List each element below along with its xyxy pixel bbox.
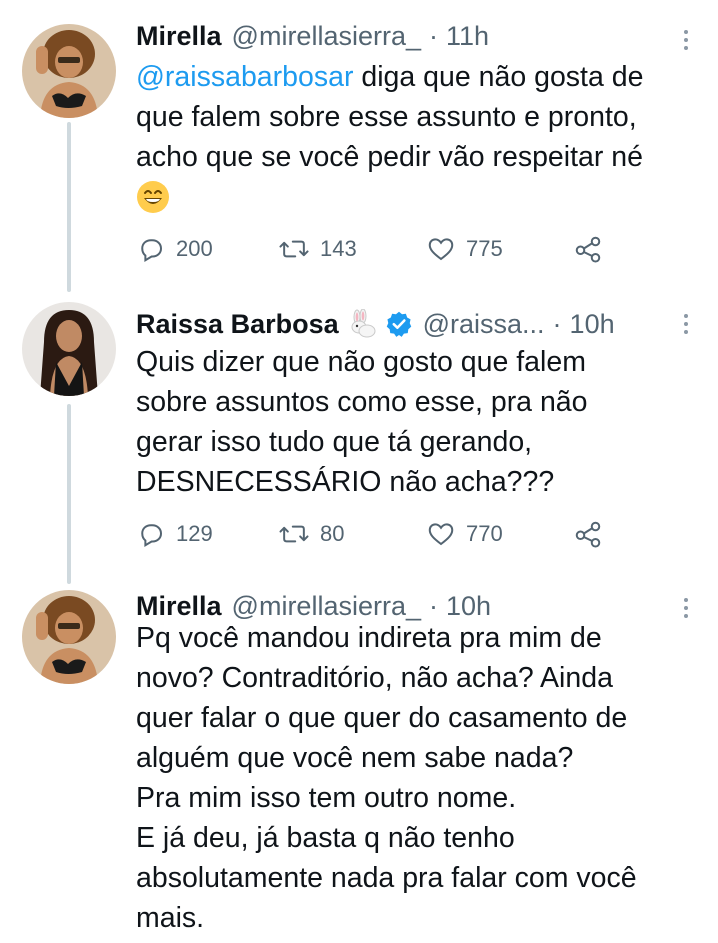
- separator-dot: ·: [429, 20, 438, 51]
- tweet-line: diga que não gosta de: [353, 61, 644, 93]
- separator-dot: ·: [552, 308, 562, 339]
- author-handle[interactable]: @mirellasierra_: [232, 591, 421, 622]
- reply-button[interactable]: 129: [136, 519, 213, 549]
- tweet[interactable]: Mirella @mirellasierra_ · 10h Pq você ma…: [0, 578, 718, 943]
- like-count: 770: [466, 521, 503, 546]
- reply-count: 129: [176, 521, 213, 546]
- reply-icon: [141, 239, 163, 263]
- reply-button[interactable]: 200: [136, 234, 213, 264]
- avatar[interactable]: [22, 302, 116, 396]
- tweet-line: acho que se você pedir vão respeitar né: [136, 141, 643, 173]
- tweet-line: que falem sobre esse assunto e pronto,: [136, 101, 637, 133]
- tweet-line: sobre assuntos como esse, pra não: [136, 386, 588, 418]
- tweet-line: mais.: [136, 902, 205, 934]
- reply-icon: [141, 524, 163, 548]
- like-count: 775: [466, 236, 503, 261]
- timestamp[interactable]: 10h: [570, 309, 615, 340]
- tweet-line: absolutamente nada pra falar com você: [136, 862, 637, 894]
- like-icon: [428, 523, 454, 546]
- author-handle[interactable]: @raissa...: [423, 309, 545, 340]
- mention-link[interactable]: @raissabarbosar: [136, 61, 353, 93]
- tweet-line: Pq você mandou indireta pra mim de: [136, 622, 602, 654]
- author-handle[interactable]: @mirellasierra_: [232, 21, 421, 52]
- avatar[interactable]: [22, 24, 116, 118]
- author-name[interactable]: Raissa Barbosa: [136, 309, 339, 340]
- author-name[interactable]: Mirella: [136, 591, 222, 622]
- rabbit-emoji-icon: [347, 309, 377, 339]
- timestamp[interactable]: 11h: [446, 21, 489, 52]
- like-button[interactable]: 770: [426, 519, 503, 549]
- retweet-icon: [279, 240, 309, 258]
- tweet-line: E já deu, já basta q não tenho: [136, 822, 515, 854]
- tweet-text: Pq você mandou indireta pra mim de novo?…: [136, 618, 700, 938]
- like-button[interactable]: 775: [426, 234, 503, 264]
- more-icon[interactable]: [678, 306, 694, 342]
- tweet-line: quer falar o que quer do casamento de: [136, 702, 628, 734]
- share-icon: [575, 236, 601, 263]
- tweet-line: gerar isso tudo que tá gerando,: [136, 426, 533, 458]
- retweet-count: 80: [320, 521, 345, 546]
- avatar[interactable]: [22, 590, 116, 684]
- timestamp[interactable]: 10h: [446, 591, 491, 622]
- grinning-face-emoji-icon: [136, 180, 170, 214]
- share-icon: [575, 521, 601, 548]
- share-button[interactable]: [572, 234, 604, 264]
- share-button[interactable]: [572, 519, 604, 549]
- like-icon: [428, 238, 454, 261]
- tweet[interactable]: Raissa Barbosa @raissa... · 10h Quis diz…: [0, 292, 718, 590]
- separator-dot: ·: [429, 590, 438, 621]
- retweet-icon: [279, 525, 309, 543]
- retweet-count: 143: [320, 236, 357, 261]
- retweet-button[interactable]: 143: [278, 234, 357, 264]
- retweet-button[interactable]: 80: [278, 519, 344, 549]
- tweet-line: Quis dizer que não gosto que falem: [136, 346, 586, 378]
- tweet-line: DESNECESSÁRIO não acha???: [136, 466, 555, 498]
- reply-count: 200: [176, 236, 213, 261]
- more-icon[interactable]: [678, 22, 694, 58]
- tweet-text: Quis dizer que não gosto que falem sobre…: [136, 342, 700, 502]
- tweet[interactable]: Mirella @mirellasierra_ · 11h @raissabar…: [0, 0, 718, 300]
- tweet-line: novo? Contraditório, não acha? Ainda: [136, 662, 613, 694]
- tweet-line: alguém que você nem sabe nada?: [136, 742, 574, 774]
- author-name[interactable]: Mirella: [136, 21, 222, 52]
- tweet-text: @raissabarbosar diga que não gosta de qu…: [136, 57, 700, 217]
- verified-badge-icon: [385, 310, 413, 338]
- tweet-line: Pra mim isso tem outro nome.: [136, 782, 517, 814]
